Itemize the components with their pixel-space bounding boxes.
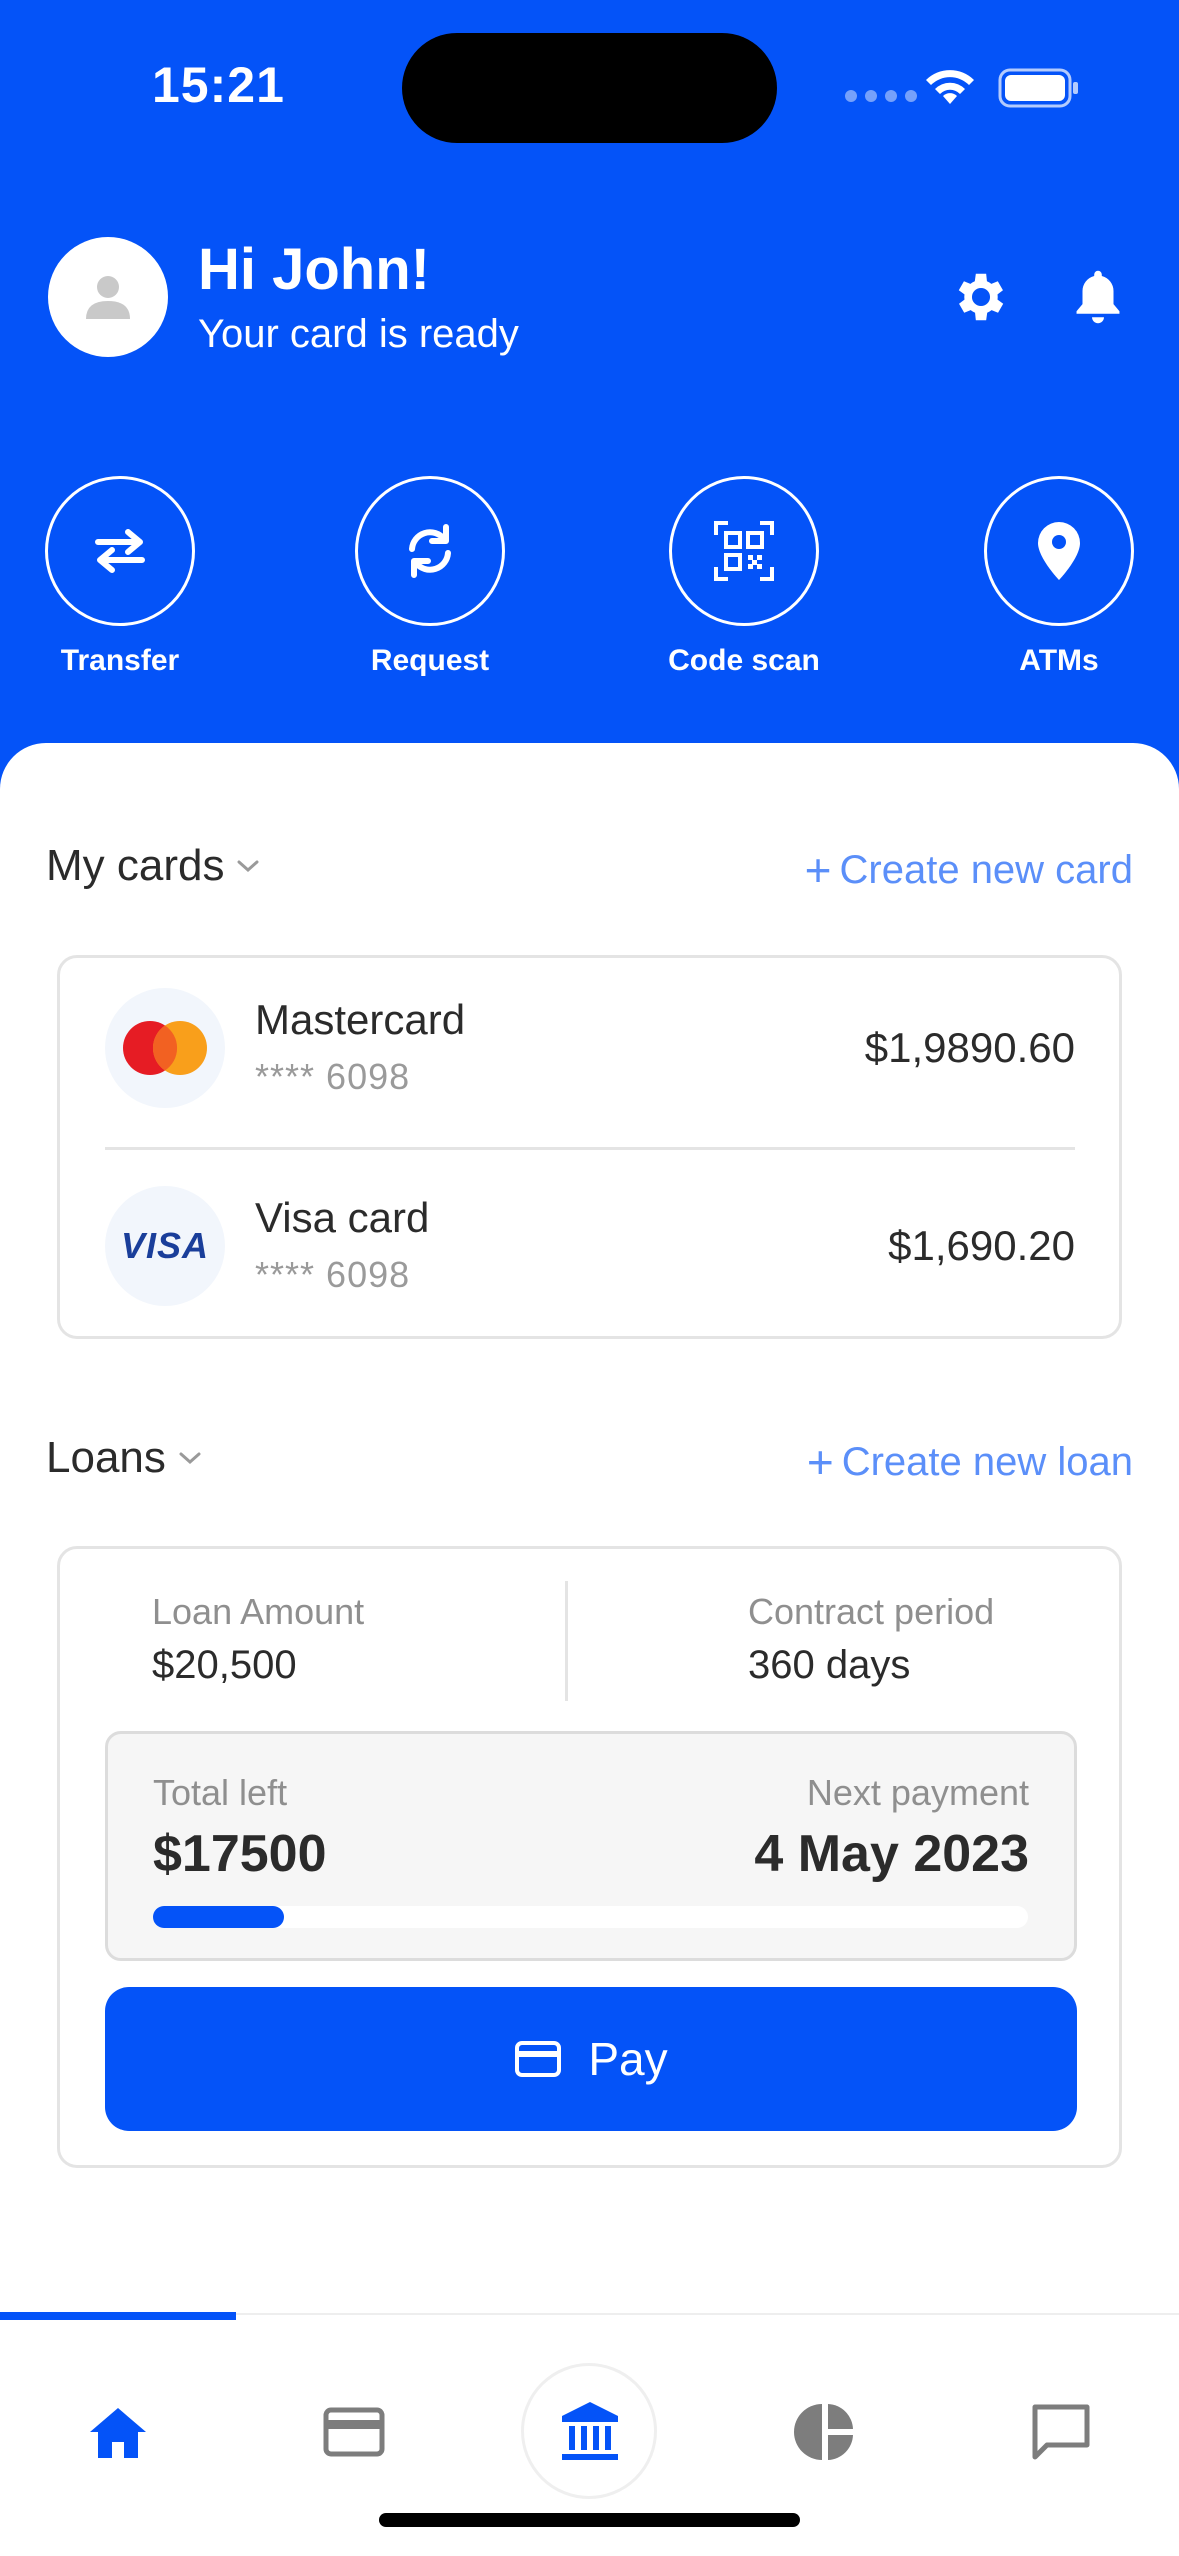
battery-icon [998,68,1080,113]
next-payment-label: Next payment [806,1772,1029,1813]
card-ready-subtitle: Your card is ready [198,312,519,356]
main-content: My cards + Create new card Mastercard **… [0,743,1179,2313]
next-payment-value: 4 May 2023 [754,1825,1029,1883]
bell-icon [1076,270,1120,324]
header: 15:21 Hi John! Your card is ready Transf… [0,0,1179,800]
greeting: Hi John! [198,237,430,302]
transfer-arrows-icon [95,529,145,573]
total-left-value: $17500 [153,1825,327,1883]
plus-icon: + [804,844,832,896]
notifications-button[interactable] [1063,262,1133,332]
loan-card: Loan Amount $20,500 Contract period 360 … [57,1546,1122,2168]
user-icon [86,276,130,319]
avatar[interactable] [48,237,168,357]
contract-period-label: Contract period [748,1591,995,1632]
loan-progress-fill [153,1906,285,1928]
nav-analytics[interactable] [780,2387,870,2477]
create-new-loan-label: Create new loan [841,1439,1133,1484]
card-item-mastercard[interactable]: Mastercard **** 6098 $1,9890.60 [105,988,1075,1118]
total-left-label: Total left [153,1772,288,1813]
loan-amount-value: $20,500 [152,1643,297,1687]
nav-messages[interactable] [1016,2387,1106,2477]
loans-title: Loans [46,1433,166,1482]
card-name: Visa card [255,1194,430,1241]
pay-label: Pay [588,2033,668,2085]
status-time: 15:21 [152,57,285,113]
chat-icon [1032,2404,1090,2460]
card-number: **** 6098 [255,1056,411,1097]
quick-action-label: ATMs [1019,644,1099,677]
cards-list: Mastercard **** 6098 $1,9890.60 VISA Vis… [57,955,1122,1339]
cellular-signal-icon [845,90,917,102]
quick-action-code-scan[interactable]: Code scan [644,476,844,678]
wifi-icon [922,64,978,113]
bank-icon [562,2402,618,2460]
quick-action-label: Code scan [668,644,820,677]
plus-icon: + [806,1436,834,1488]
pie-chart-icon [794,2404,853,2460]
loan-progress-bar [153,1906,1028,1928]
my-cards-dropdown[interactable]: My cards [46,841,260,891]
nav-bank[interactable] [521,2363,657,2499]
card-item-visa[interactable]: VISA Visa card **** 6098 $1,690.20 [105,1186,1075,1316]
card-icon [515,2041,562,2077]
create-new-loan-link[interactable]: + Create new loan [807,1435,1133,1489]
contract-period-value: 360 days [748,1643,911,1687]
loan-amount-label: Loan Amount [152,1591,365,1632]
divider [105,1147,1075,1150]
pay-button[interactable]: Pay [105,1987,1077,2131]
nav-cards[interactable] [309,2387,399,2477]
quick-action-request[interactable]: Request [330,476,530,678]
card-name: Mastercard [255,996,466,1043]
gear-icon [958,273,1004,321]
location-pin-icon [1038,522,1080,580]
settings-button[interactable] [946,262,1016,332]
refresh-icon [409,524,451,578]
mastercard-logo-icon [105,988,225,1108]
card-balance: $1,9890.60 [864,1024,1075,1071]
create-new-card-label: Create new card [839,847,1133,892]
dynamic-island [402,33,777,143]
my-cards-title: My cards [46,841,225,890]
chevron-down-icon [179,1452,201,1465]
home-indicator [379,2513,800,2527]
home-icon [90,2408,146,2458]
create-new-card-link[interactable]: + Create new card [805,843,1133,897]
chevron-down-icon [237,860,259,873]
quick-action-label: Transfer [60,644,180,677]
visa-logo-text: VISA [120,1225,210,1266]
loan-progress-panel: Total left $17500 Next payment 4 May 202… [105,1731,1077,1961]
qr-code-icon [714,521,774,581]
quick-action-label: Request [370,644,490,677]
nav-home[interactable] [73,2387,163,2477]
divider [565,1581,568,1701]
quick-action-atms[interactable]: ATMs [959,476,1159,678]
visa-logo-icon: VISA [105,1186,225,1306]
active-tab-indicator [0,2312,236,2320]
card-icon [323,2407,385,2457]
quick-action-transfer[interactable]: Transfer [20,476,220,678]
card-balance: $1,690.20 [888,1222,1075,1269]
loans-dropdown[interactable]: Loans [46,1433,202,1483]
card-number: **** 6098 [255,1254,411,1295]
